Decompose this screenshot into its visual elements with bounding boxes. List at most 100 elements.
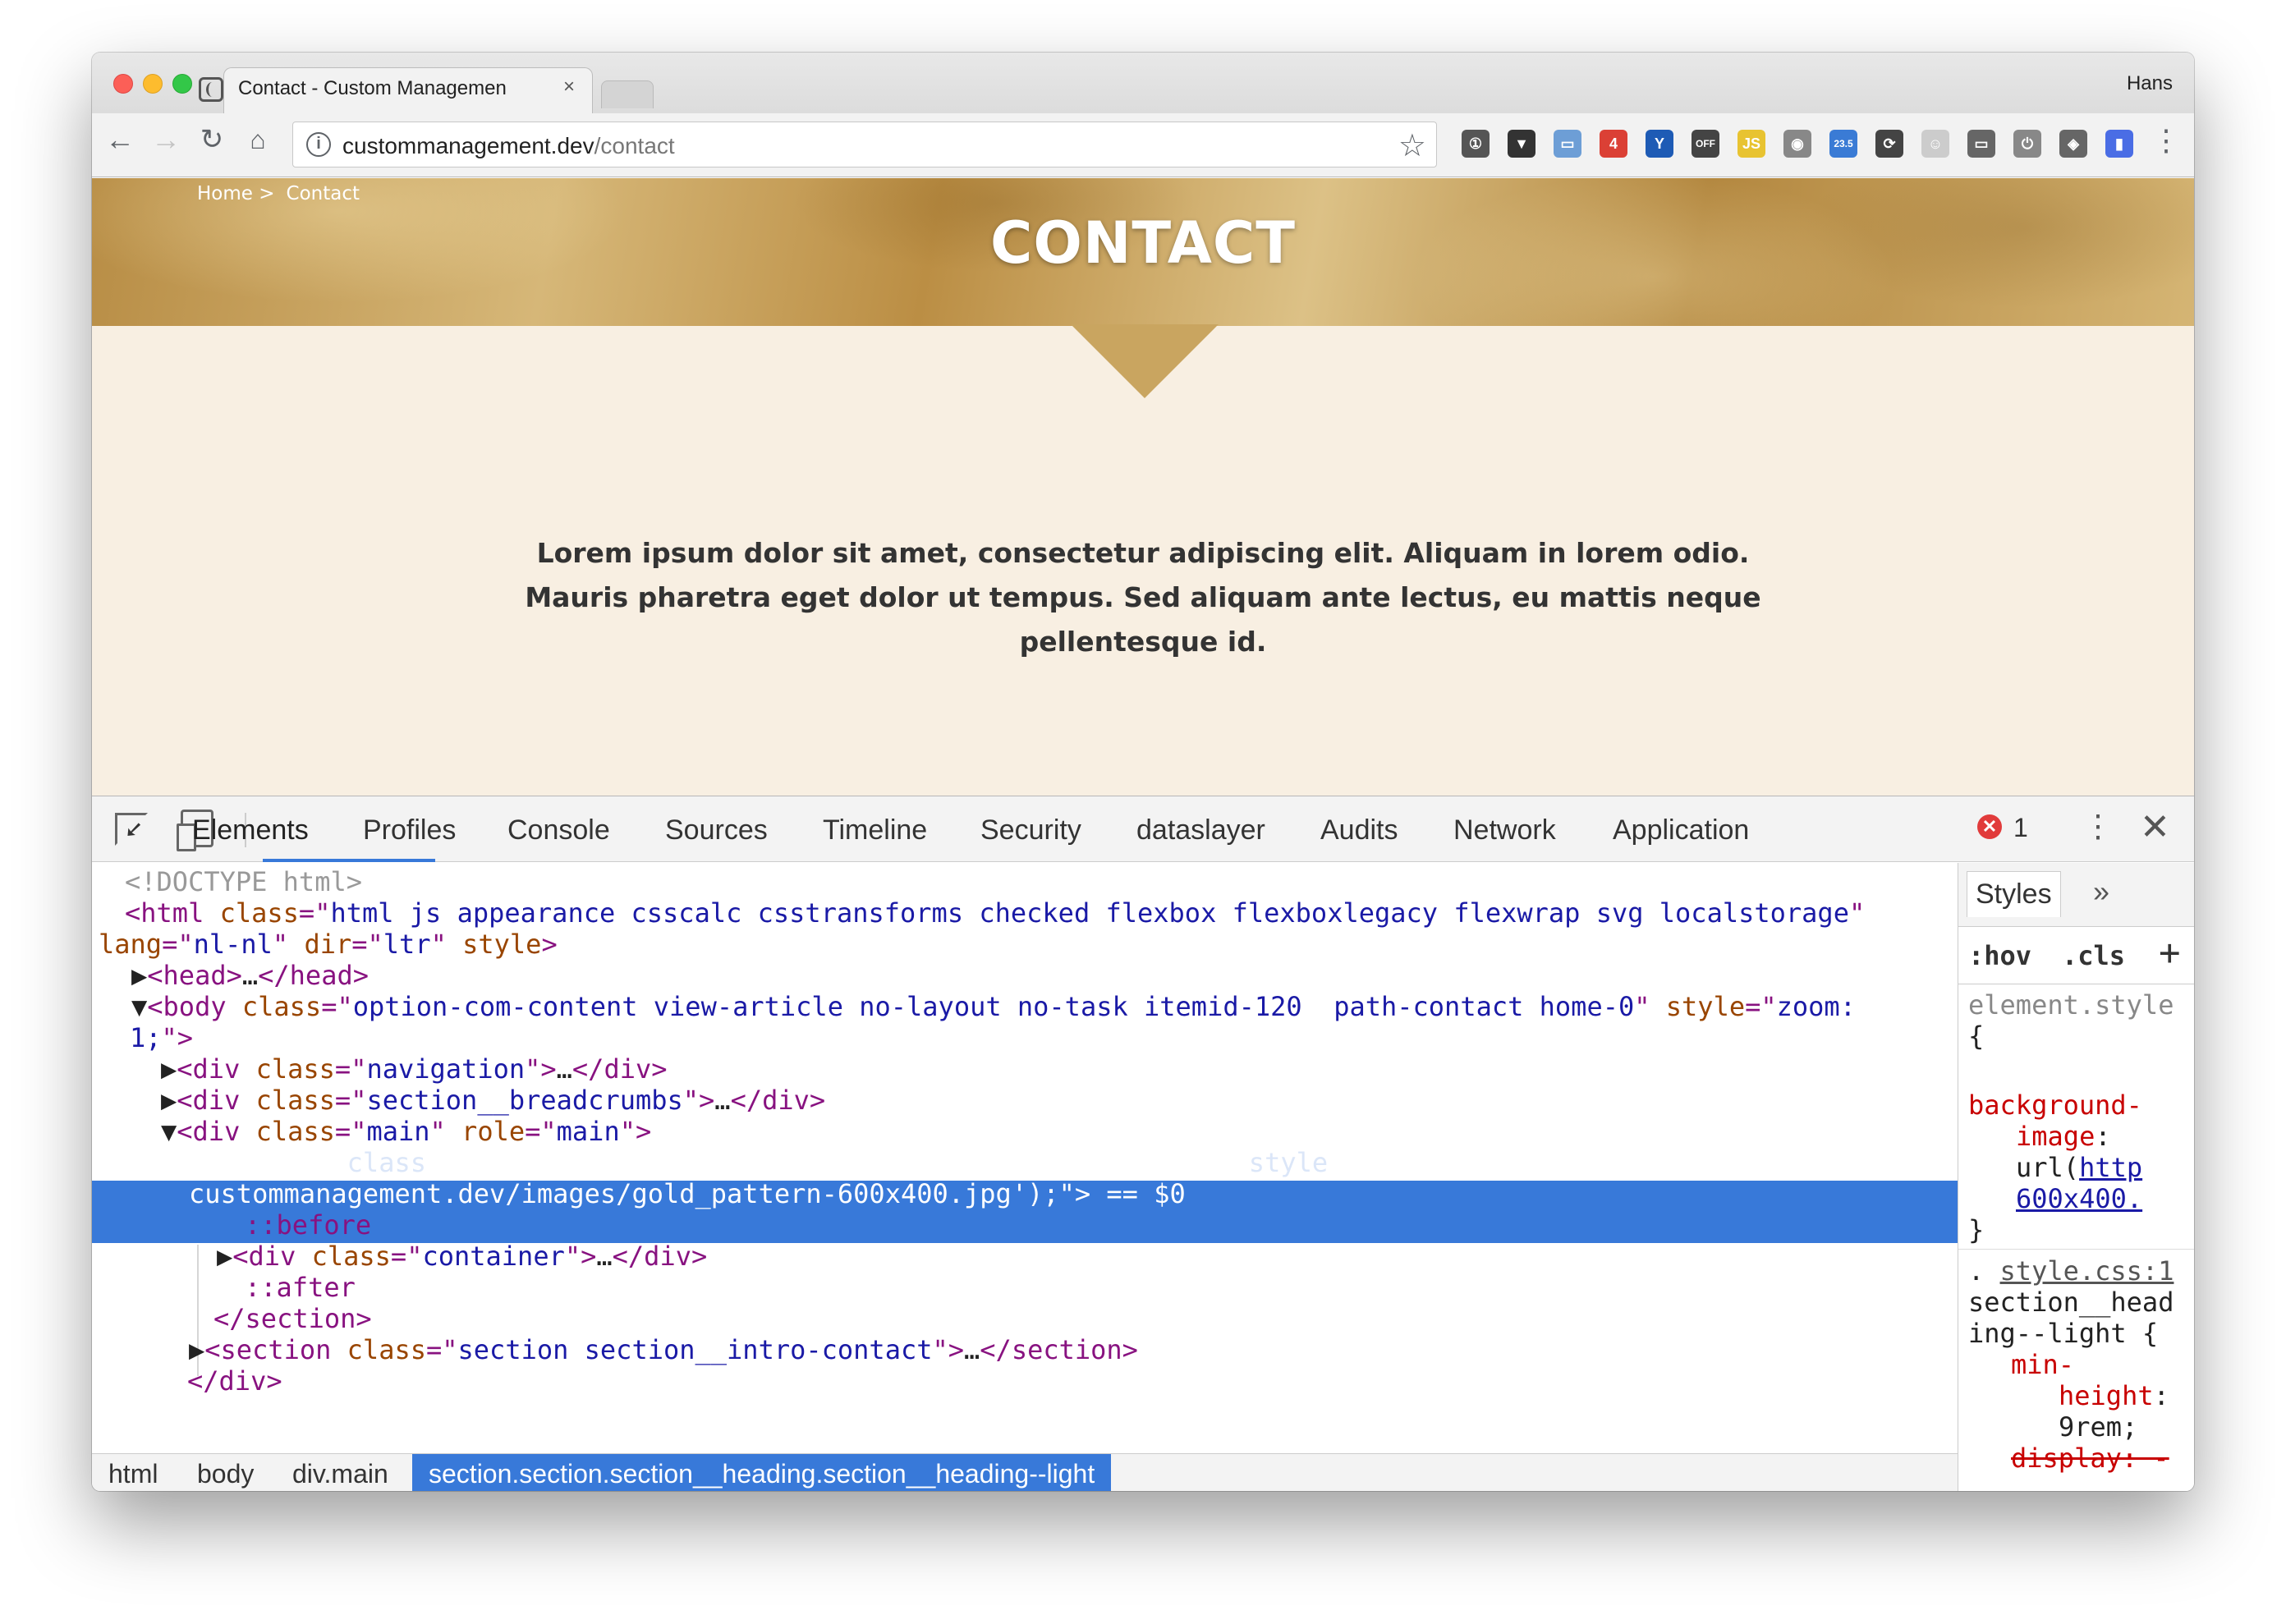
dom-breadcrumbs[interactable]: ▶<div class="section__breadcrumbs">…</di… [161, 1085, 825, 1116]
profile-name[interactable]: Hans [2127, 72, 2173, 95]
styles-tab[interactable]: Styles [1967, 871, 2061, 917]
tab-audits[interactable]: Audits [1320, 814, 1398, 846]
tab-sources[interactable]: Sources [665, 814, 768, 846]
tab-console[interactable]: Console [507, 814, 610, 846]
back-button[interactable]: ← [103, 123, 136, 156]
cast-icon[interactable]: ▭ [1967, 130, 1995, 158]
tab-dataslayer[interactable]: dataslayer [1136, 814, 1265, 846]
dom-body-open[interactable]: ▼<body class="option-com-content view-ar… [131, 991, 1856, 1022]
onepassword-icon[interactable]: ① [1462, 130, 1490, 158]
style-prop-bg-cont[interactable]: image: [2016, 1121, 2111, 1152]
off-icon[interactable]: OFF [1692, 130, 1719, 158]
dom-div-close[interactable]: </div> [187, 1365, 282, 1397]
element-style-selector[interactable]: element.style [1968, 989, 2174, 1021]
breadcrumb-home-link[interactable]: Home > [197, 183, 275, 204]
class-toggle[interactable]: .cls [2062, 940, 2125, 971]
dom-body-style[interactable]: 1;"> [130, 1022, 193, 1053]
dom-doctype[interactable]: <!DOCTYPE html> [125, 866, 362, 897]
speed-icon[interactable]: 23.5 [1829, 130, 1857, 158]
title-bar: Contact - Custom Managemen × Hans [92, 53, 2194, 115]
dom-section-selected-cont[interactable]: custommanagement.dev/images/gold_pattern… [189, 1178, 1186, 1209]
intro-line: pellentesque id. [1019, 626, 1267, 658]
tab-close-icon[interactable]: × [563, 76, 575, 99]
dom-html-attrs[interactable]: lang="nl-nl" dir="ltr" style> [99, 929, 558, 960]
add-rule-icon[interactable]: + [2159, 932, 2181, 974]
address-bar[interactable]: i custommanagement.dev/contact ☆ [292, 122, 1437, 167]
colorpick-icon[interactable]: ▮ [2105, 130, 2133, 158]
rule-selector[interactable]: section__head [1968, 1287, 2174, 1318]
tab-elements[interactable]: Elements [192, 814, 309, 846]
dom-section-close[interactable]: </section> [213, 1303, 372, 1334]
close-window-button[interactable] [113, 74, 133, 94]
ublock-icon[interactable]: ◈ [2059, 130, 2087, 158]
power-icon[interactable]: ⏻ [2013, 130, 2041, 158]
tab-timeline[interactable]: Timeline [823, 814, 927, 846]
new-tab-button[interactable] [601, 80, 654, 108]
tab-network[interactable]: Network [1453, 814, 1556, 846]
pocket-icon[interactable]: ▼ [1508, 130, 1535, 158]
todoist-icon[interactable]: 4 [1600, 130, 1627, 158]
rule-selector-cont[interactable]: ing--light { [1968, 1318, 2158, 1349]
bookmark-star-icon[interactable]: ☆ [1398, 127, 1426, 164]
devtools-close-icon[interactable]: ✕ [2140, 806, 2170, 848]
url-path: /contact [594, 133, 675, 158]
home-button[interactable]: ⌂ [241, 123, 274, 156]
minimize-window-button[interactable] [143, 74, 163, 94]
js-icon[interactable]: JS [1737, 130, 1765, 158]
dom-more-icon[interactable]: … [99, 1147, 114, 1178]
rule-open-brace: { [1968, 1021, 1985, 1052]
ghost-icon[interactable]: ☺ [1921, 130, 1949, 158]
style-value-url-cont[interactable]: 600x400. [2016, 1183, 2142, 1214]
style-value-9rem[interactable]: 9rem; [2059, 1411, 2137, 1443]
tab-application[interactable]: Application [1613, 814, 1749, 846]
dom-html-open[interactable]: <html class="html js appearance csscalc … [125, 897, 1865, 929]
dom-main[interactable]: ▼<div class="main" role="main"> [161, 1116, 651, 1147]
maximize-window-button[interactable] [172, 74, 192, 94]
style-value-url[interactable]: url(http [2016, 1152, 2142, 1183]
crumb-section-active[interactable]: section.section.section__heading.section… [412, 1454, 1112, 1491]
breadcrumb: Home > Contact [197, 183, 371, 204]
dom-container[interactable]: ▶<div class="container">…</div> [217, 1241, 707, 1272]
tab-profiles[interactable]: Profiles [363, 814, 456, 846]
window-icon[interactable]: ▭ [1554, 130, 1581, 158]
devtools-tabbar: Elements Profiles Console Sources Timeline Se… [92, 796, 2194, 862]
dom-head[interactable]: ▶<head>…</head> [131, 960, 369, 991]
tab-title[interactable]: Contact - Custom Managemen [238, 77, 517, 100]
dom-after[interactable]: ::after [245, 1272, 356, 1303]
inspect-element-icon[interactable] [115, 813, 148, 846]
hero-arrow-decoration [1071, 324, 1219, 398]
style-prop-bg[interactable]: background- [1968, 1090, 2142, 1121]
rule-source[interactable]: . style.css:1 [1968, 1255, 2174, 1287]
rule-close-brace: } [1968, 1214, 1985, 1246]
elements-tree: <!DOCTYPE html> <html class="html js app… [92, 863, 1958, 1454]
tab-security[interactable]: Security [980, 814, 1081, 846]
forward-button[interactable]: → [149, 123, 182, 156]
error-count[interactable]: 1 [2013, 813, 2028, 843]
sync-icon[interactable]: ⟳ [1875, 130, 1903, 158]
error-icon[interactable]: ✕ [1977, 814, 2002, 839]
reload-button[interactable]: ↻ [195, 123, 228, 156]
camera-icon[interactable]: ◉ [1783, 130, 1811, 158]
intro-line: Lorem ipsum dolor sit amet, consectetur … [536, 537, 1750, 569]
devtools-menu-icon[interactable]: ⋮ [2082, 808, 2114, 845]
more-tabs-icon[interactable]: » [2093, 874, 2109, 909]
hover-state-toggle[interactable]: :hov [1968, 940, 2031, 971]
style-prop-display-overridden[interactable]: display: - [2011, 1443, 2169, 1474]
y-icon[interactable]: Y [1646, 130, 1673, 158]
dom-before[interactable]: ::before [245, 1209, 371, 1241]
dom-intro-contact[interactable]: ▶<section class="section section__intro-… [189, 1334, 1138, 1365]
styles-filter-row: :hov .cls + [1958, 927, 2194, 984]
browser-toolbar: ← → ↻ ⌂ i custommanagement.dev/contact ☆… [92, 113, 2194, 177]
dom-section-selected[interactable]: ▼<section class="section section__headin… [189, 1147, 1818, 1178]
web-page: Home > Contact CONTACT Lorem ipsum dolor … [92, 178, 2194, 796]
style-prop-minheight[interactable]: min- [2011, 1349, 2074, 1380]
style-prop-minheight-cont[interactable]: height: [2059, 1380, 2169, 1411]
browser-menu-icon[interactable]: ⋮ [2151, 123, 2181, 158]
crumb-div-main[interactable]: div.main [292, 1459, 388, 1489]
browser-window: Contact - Custom Managemen × Hans ← → ↻ … [92, 53, 2194, 1491]
url-text[interactable]: custommanagement.dev/contact [342, 133, 675, 159]
site-info-icon[interactable]: i [306, 132, 331, 157]
crumb-html[interactable]: html [108, 1459, 158, 1489]
dom-navigation[interactable]: ▶<div class="navigation">…</div> [161, 1053, 668, 1085]
crumb-body[interactable]: body [197, 1459, 254, 1489]
